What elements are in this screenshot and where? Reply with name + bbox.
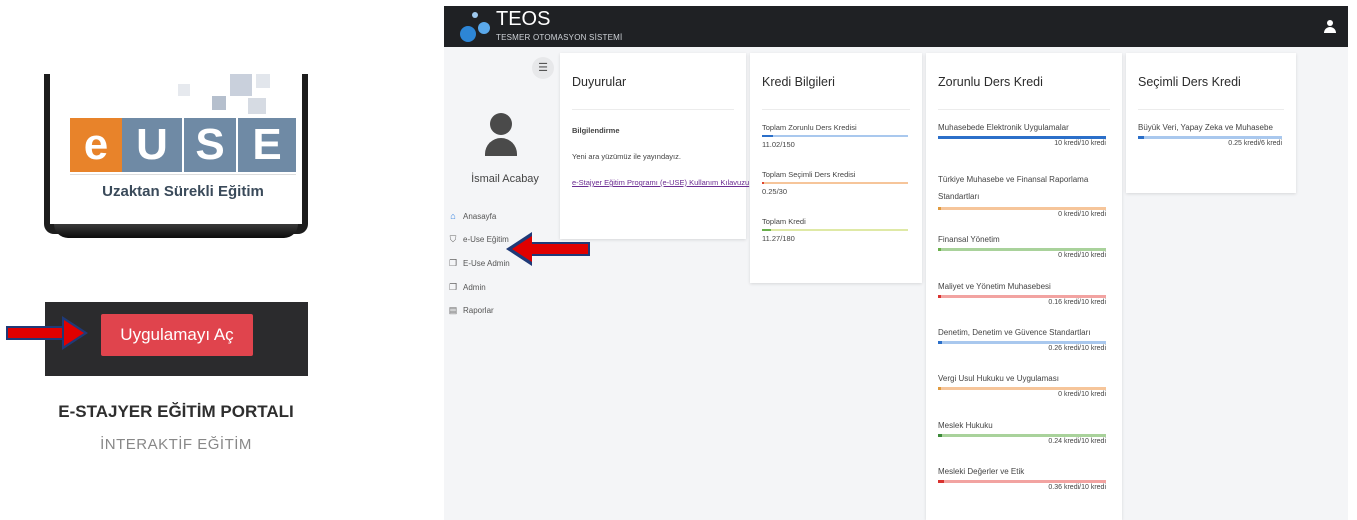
portal-title: E-STAJYER EĞİTİM PORTALI [58, 402, 294, 421]
sidebar-item-label: E-Use Admin [463, 258, 510, 268]
course-progress-bar [938, 387, 1106, 390]
course-label: Meslek Hukuku [938, 421, 993, 430]
credit-progress-fill [762, 182, 764, 184]
course-label: Türkiye Muhasebe ve Finansal Raporlama S… [938, 175, 1089, 201]
course-progress-bar [938, 248, 1106, 251]
sidebar-item-label: e-Use Eğitim [463, 234, 509, 244]
brand-name: TEOS [496, 8, 551, 30]
open-app-button[interactable]: Uygulamayı Aç [101, 314, 253, 356]
credit-progress-fill [762, 229, 771, 231]
graduation-cap-icon: ⛉ [449, 234, 457, 244]
sidebar-item-label: Raporlar [463, 305, 494, 315]
portal-subtitle: İNTERAKTİF EĞİTİM [100, 436, 252, 453]
credit-label: Toplam Seçimli Ders Kredisi [762, 170, 856, 179]
monitor-stand [54, 224, 298, 238]
course-credit-value: 0.36 kredi/10 kredi [1048, 484, 1106, 491]
course-label: Mesleki Değerler ve Etik [938, 467, 1025, 476]
sidebar-item-label: Anasayfa [463, 211, 497, 221]
course-progress-fill [938, 248, 941, 251]
monitor-screen: e U S E Uzaktan Sürekli Eğitim [50, 74, 302, 224]
credit-value: 11.27/180 [762, 234, 795, 243]
home-icon: ⌂ [450, 211, 456, 221]
card-title: Seçimli Ders Kredi [1138, 75, 1241, 89]
course-credit-value: 0.26 kredi/10 kredi [1048, 345, 1106, 352]
course-credit-value: 0 kredi/10 kredi [1058, 252, 1106, 259]
logo-letter-e2: E [252, 120, 282, 169]
course-label: Vergi Usul Hukuku ve Uygulaması [938, 374, 1059, 383]
logo-letter-e: e [83, 120, 109, 169]
credit-progress-bar [762, 229, 908, 231]
red-arrow-left-annotation [506, 232, 590, 266]
course-progress-bar [938, 136, 1106, 139]
credit-label: Toplam Kredi [762, 217, 806, 226]
user-guide-link[interactable]: e-Stajyer Eğitim Programı (e-USE) Kullan… [572, 178, 749, 187]
credit-info-card: Kredi Bilgileri Toplam Zorunlu Ders Kred… [750, 53, 922, 283]
credit-label: Toplam Zorunlu Ders Kredisi [762, 123, 857, 132]
course-progress-bar [938, 207, 1106, 210]
announcements-card: Duyurular Bilgilendirme Yeni ara yüzümüz… [560, 53, 749, 239]
user-menu-icon[interactable] [1324, 20, 1336, 34]
logo-letter-u: U [136, 120, 168, 169]
file-icon: ▤ [448, 305, 458, 315]
logo-tagline: Uzaktan Sürekli Eğitim [70, 174, 296, 208]
teos-logo-icon[interactable] [458, 10, 494, 44]
card-title: Kredi Bilgileri [762, 75, 835, 89]
credit-value: 0.25/30 [762, 187, 788, 196]
credit-progress-bar [762, 135, 908, 137]
course-label: Muhasebede Elektronik Uygulamalar [938, 123, 1069, 132]
sidebar-item-euse-admin[interactable]: ❐ E-Use Admin [448, 256, 510, 270]
course-progress-fill [938, 480, 944, 483]
brand-subtitle: TESMER OTOMASYON SİSTEMİ [496, 33, 623, 42]
mandatory-credits-card: Zorunlu Ders Kredi Muhasebede Elektronik… [926, 53, 1122, 520]
course-progress-fill [938, 207, 941, 210]
course-credit-value: 10 kredi/10 kredi [1054, 140, 1106, 147]
sidebar-item-anasayfa[interactable]: ⌂ Anasayfa [448, 209, 496, 223]
sidebar-item-euse-egitim[interactable]: ⛉ e-Use Eğitim [448, 232, 509, 246]
sidebar: ☰ İsmail Acabay ⌂ Anasayfa ⛉ e-Use Eğiti… [444, 47, 556, 520]
course-progress-fill [938, 387, 941, 390]
course-progress-bar [938, 480, 1106, 483]
course-progress-bar [938, 434, 1106, 437]
copy-icon: ❐ [448, 282, 458, 292]
red-arrow-right-annotation [6, 316, 90, 350]
course-progress-bar [938, 295, 1106, 298]
announcement-text: Yeni ara yüzümüz ile yayındayız. [572, 152, 681, 161]
course-label: Büyük Veri, Yapay Zeka ve Muhasebe [1138, 123, 1273, 132]
user-name: İsmail Acabay [471, 173, 539, 185]
course-credit-value: 0 kredi/10 kredi [1058, 391, 1106, 398]
course-credit-value: 0 kredi/10 kredi [1058, 211, 1106, 218]
copy-icon: ❐ [448, 258, 458, 268]
course-progress-bar [938, 341, 1106, 344]
credit-progress-bar [762, 182, 908, 184]
eUSE-promo-panel: e U S E Uzaktan Sürekli Eğitim Uygulamay… [0, 0, 360, 520]
announcement-heading: Bilgilendirme [572, 126, 620, 135]
course-progress-fill [938, 341, 942, 344]
eUSE-monitor-logo: e U S E Uzaktan Sürekli Eğitim [44, 74, 308, 242]
course-progress-fill [938, 434, 942, 437]
course-progress-fill [938, 295, 941, 298]
course-label: Finansal Yönetim [938, 235, 1000, 244]
sidebar-item-raporlar[interactable]: ▤ Raporlar [448, 303, 494, 317]
course-credit-value: 0.24 kredi/10 kredi [1048, 438, 1106, 445]
course-progress-fill [938, 136, 1106, 139]
elective-credits-card: Seçimli Ders Kredi Büyük Veri, Yapay Zek… [1126, 53, 1296, 193]
course-progress-fill [1138, 136, 1144, 139]
credit-progress-fill [762, 135, 773, 137]
course-credit-value: 0.25 kredi/6 kredi [1228, 140, 1282, 147]
card-title: Duyurular [572, 75, 627, 89]
course-credit-value: 0.16 kredi/10 kredi [1048, 299, 1106, 306]
avatar [485, 113, 517, 165]
teos-app-window: TEOS TESMER OTOMASYON SİSTEMİ ☰ İsmail A… [444, 6, 1348, 520]
course-progress-bar [1138, 136, 1282, 139]
course-label: Denetim, Denetim ve Güvence Standartları [938, 328, 1091, 337]
card-title: Zorunlu Ders Kredi [938, 75, 1043, 89]
top-navbar: TEOS TESMER OTOMASYON SİSTEMİ [444, 6, 1348, 47]
sidebar-item-admin[interactable]: ❐ Admin [448, 280, 486, 294]
credit-value: 11.02/150 [762, 140, 795, 149]
collapse-icon[interactable]: ☰ [532, 57, 554, 79]
course-label: Maliyet ve Yönetim Muhasebesi [938, 282, 1051, 291]
sidebar-item-label: Admin [463, 282, 486, 292]
logo-letter-s: S [195, 120, 225, 169]
